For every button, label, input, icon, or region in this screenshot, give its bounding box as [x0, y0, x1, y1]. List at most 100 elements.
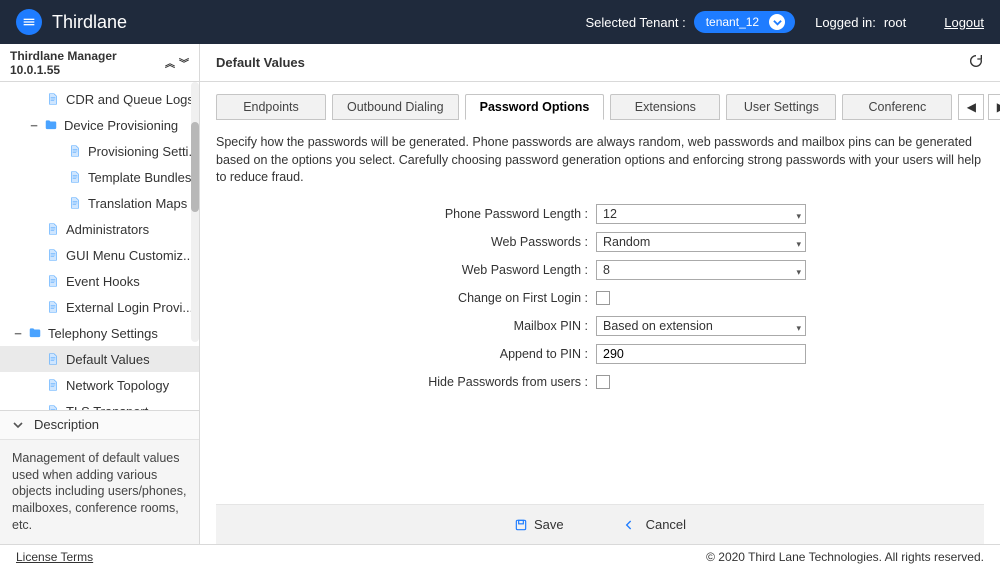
change-first-login-checkbox[interactable] — [596, 291, 610, 305]
sidebar-item[interactable]: Translation Maps — [0, 190, 199, 216]
sidebar-item-label: TLS Transport — [66, 404, 148, 410]
sidebar-item[interactable]: External Login Provi... — [0, 294, 199, 320]
tab[interactable]: Password Options — [465, 94, 605, 120]
sidebar-item[interactable]: Template Bundles — [0, 164, 199, 190]
collapse-all-icon[interactable]: ︽ — [165, 55, 175, 70]
sidebar-item[interactable]: Administrators — [0, 216, 199, 242]
sidebar-item-label: Device Provisioning — [64, 118, 178, 133]
folder-icon — [28, 326, 42, 340]
tab[interactable]: Outbound Dialing — [332, 94, 459, 120]
sidebar-item[interactable]: Network Topology — [0, 372, 199, 398]
sidebar-scrollbar-thumb[interactable] — [191, 122, 199, 212]
chevron-down-icon: ▾ — [796, 239, 801, 250]
mailbox-pin-label: Mailbox PIN : — [216, 319, 596, 333]
sidebar-item-label: External Login Provi... — [66, 300, 193, 315]
sidebar-item[interactable]: GUI Menu Customiz... — [0, 242, 199, 268]
tab-scroll-right[interactable]: ▶ — [988, 94, 1000, 120]
chevron-down-icon: ▾ — [796, 267, 801, 278]
chevron-down-icon: ▾ — [796, 211, 801, 222]
action-bar: Save Cancel — [216, 504, 984, 544]
nav-tree: CDR and Queue Logs − Device Provisioning Pr… — [0, 82, 199, 410]
file-icon — [46, 300, 60, 314]
undo-icon — [624, 518, 640, 532]
logout-link[interactable]: Logout — [944, 15, 984, 30]
page-title: Default Values — [216, 55, 305, 70]
web-passwords-label: Web Passwords : — [216, 235, 596, 249]
save-icon — [514, 518, 528, 532]
content-header: Default Values — [200, 44, 1000, 82]
description-body: Management of default values used when a… — [0, 440, 199, 544]
sidebar-item-label: Default Values — [66, 352, 150, 367]
file-icon — [46, 378, 60, 392]
file-icon — [68, 170, 82, 184]
web-passwords-select[interactable]: Random ▾ — [596, 232, 806, 252]
sidebar-item-label: Template Bundles — [88, 170, 191, 185]
web-password-length-label: Web Pasword Length : — [216, 263, 596, 277]
chevron-down-icon — [12, 419, 24, 431]
tab[interactable]: Extensions — [610, 94, 720, 120]
folder-icon — [44, 118, 58, 132]
selected-tenant-label: Selected Tenant : — [585, 15, 685, 30]
main-area: Thirdlane Manager 10.0.1.55 ︽ ︾ CDR and … — [0, 44, 1000, 544]
hide-passwords-checkbox[interactable] — [596, 375, 610, 389]
expand-all-icon[interactable]: ︾ — [179, 55, 189, 70]
tab[interactable]: Conferenc — [842, 94, 952, 120]
cancel-button[interactable]: Cancel — [624, 517, 686, 532]
collapse-icon[interactable]: − — [12, 326, 24, 341]
sidebar-item-label: Administrators — [66, 222, 149, 237]
brand-logo-icon — [16, 9, 42, 35]
refresh-button[interactable] — [968, 53, 984, 72]
file-icon — [46, 222, 60, 236]
mailbox-pin-select[interactable]: Based on extension ▾ — [596, 316, 806, 336]
tab[interactable]: User Settings — [726, 94, 836, 120]
web-passwords-value: Random — [603, 235, 650, 249]
chevron-down-icon — [769, 14, 785, 30]
tab-scroll-left[interactable]: ◀ — [958, 94, 984, 120]
phone-password-length-select[interactable]: 12 ▾ — [596, 204, 806, 224]
sidebar-header: Thirdlane Manager 10.0.1.55 ︽ ︾ — [0, 44, 199, 82]
hide-passwords-label: Hide Passwords from users : — [216, 375, 596, 389]
sidebar-item[interactable]: − Device Provisioning — [0, 112, 199, 138]
mailbox-pin-value: Based on extension — [603, 319, 713, 333]
tab[interactable]: Endpoints — [216, 94, 326, 120]
append-to-pin-input[interactable] — [596, 344, 806, 364]
tenant-name: tenant_12 — [706, 15, 759, 29]
sidebar-item[interactable]: CDR and Queue Logs — [0, 86, 199, 112]
footer: License Terms © 2020 Third Lane Technolo… — [0, 544, 1000, 568]
brand-name: Thirdlane — [52, 12, 127, 33]
password-options-form: Phone Password Length : 12 ▾ Web Passwor… — [216, 203, 984, 393]
sidebar-item[interactable]: − Telephony Settings — [0, 320, 199, 346]
sidebar-title: Thirdlane Manager 10.0.1.55 — [10, 49, 165, 77]
sidebar-item-label: Telephony Settings — [48, 326, 158, 341]
sidebar-item-label: Provisioning Setti... — [88, 144, 199, 159]
sidebar-item[interactable]: Default Values — [0, 346, 199, 372]
nav-tree-wrap: CDR and Queue Logs − Device Provisioning Pr… — [0, 82, 199, 410]
sidebar-item[interactable]: Event Hooks — [0, 268, 199, 294]
license-link[interactable]: License Terms — [16, 550, 93, 564]
file-icon — [46, 404, 60, 410]
topbar-right: Selected Tenant : tenant_12 Logged in: r… — [585, 11, 984, 33]
web-password-length-value: 8 — [603, 263, 610, 277]
sidebar-item[interactable]: Provisioning Setti... — [0, 138, 199, 164]
file-icon — [46, 274, 60, 288]
sidebar-item-label: Network Topology — [66, 378, 169, 393]
copyright-text: © 2020 Third Lane Technologies. All righ… — [706, 550, 984, 564]
phone-password-length-value: 12 — [603, 207, 617, 221]
sidebar-scrollbar[interactable] — [191, 82, 199, 342]
sidebar-item[interactable]: TLS Transport — [0, 398, 199, 410]
file-icon — [68, 196, 82, 210]
collapse-icon[interactable]: − — [28, 118, 40, 133]
file-icon — [46, 92, 60, 106]
description-header[interactable]: Description — [0, 410, 199, 440]
sidebar-item-label: Translation Maps — [88, 196, 187, 211]
sidebar-item-label: Event Hooks — [66, 274, 140, 289]
tab-row: EndpointsOutbound DialingPassword Option… — [216, 94, 984, 120]
logged-in-user: root — [884, 15, 906, 30]
append-to-pin-label: Append to PIN : — [216, 347, 596, 361]
web-password-length-select[interactable]: 8 ▾ — [596, 260, 806, 280]
brand-block: Thirdlane — [16, 9, 127, 35]
tenant-selector[interactable]: tenant_12 — [694, 11, 795, 33]
content-panel: Default Values EndpointsOutbound Dialing… — [200, 44, 1000, 544]
save-button[interactable]: Save — [514, 517, 564, 532]
file-icon — [46, 248, 60, 262]
